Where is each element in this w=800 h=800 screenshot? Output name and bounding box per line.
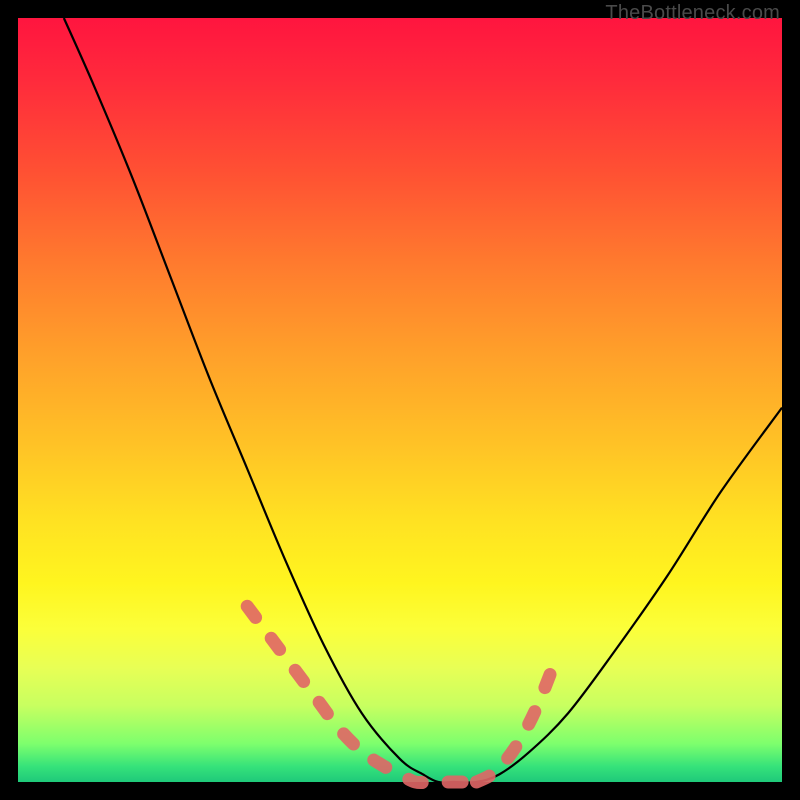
curve-layer [18,18,782,782]
watermark-text: TheBottleneck.com [605,2,780,25]
plot-area [18,18,782,782]
series-low-bottleneck-zone-left [247,606,476,782]
chart-frame: TheBottleneck.com [0,0,800,800]
series-bottleneck-curve [64,18,782,783]
